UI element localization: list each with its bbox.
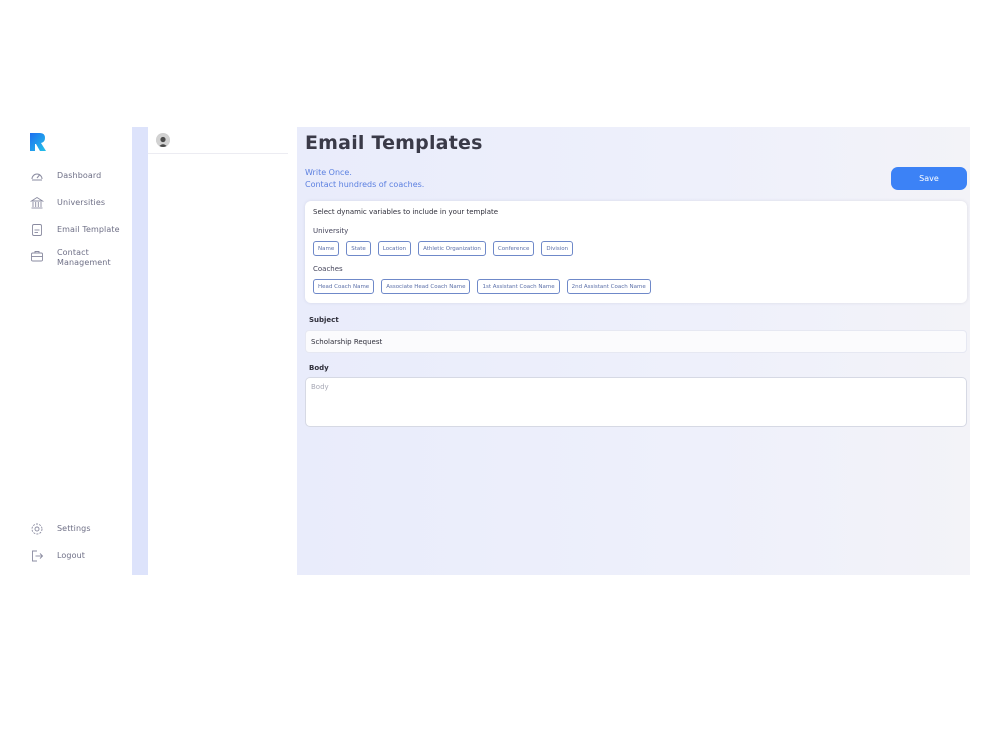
dynamic-variables-card: Select dynamic variables to include in y… (305, 201, 967, 303)
gear-icon (31, 523, 43, 535)
gauge-icon (31, 173, 43, 181)
sidebar-item-dashboard[interactable]: Dashboard (30, 171, 101, 185)
save-button[interactable]: Save (891, 167, 967, 190)
variable-chip-associate-head-coach-name[interactable]: Associate Head Coach Name (381, 279, 471, 294)
variable-chip-head-coach-name[interactable]: Head Coach Name (313, 279, 375, 294)
sidebar-item-settings[interactable]: Settings (30, 523, 91, 538)
user-icon (156, 134, 170, 147)
briefcase-icon (31, 251, 43, 262)
tagline-line-2: Contact hundreds of coaches. (305, 180, 425, 189)
sidebar-item-label: Email Template (57, 225, 120, 234)
sidebar-item-label: Settings (57, 524, 91, 533)
panel-divider (148, 153, 288, 154)
subject-input[interactable]: Scholarship Request (305, 330, 967, 353)
variable-chip-conference[interactable]: Conference (492, 241, 535, 256)
variable-chip-name[interactable]: Name (313, 241, 340, 256)
r-logo-icon[interactable] (30, 133, 46, 151)
page-tagline: Write Once. Contact hundreds of coaches. (305, 167, 424, 191)
sidebar: Dashboard Universities Email Template Co… (0, 127, 132, 575)
variable-chip-athletic-organization[interactable]: Athletic Organization (418, 241, 486, 256)
variable-chip-state[interactable]: State (346, 241, 371, 256)
body-label: Body (309, 364, 329, 372)
sidebar-item-label: Universities (57, 198, 106, 207)
coaches-chip-row: Head Coach Name Associate Head Coach Nam… (313, 279, 651, 294)
sidebar-item-logout[interactable]: Logout (30, 550, 85, 565)
variable-chip-1st-assistant-coach-name[interactable]: 1st Assistant Coach Name (477, 279, 560, 294)
page-title: Email Templates (305, 132, 483, 154)
university-group-label: University (313, 227, 349, 235)
secondary-panel (148, 127, 288, 575)
variables-heading: Select dynamic variables to include in y… (313, 208, 499, 216)
subject-label: Subject (309, 316, 339, 324)
variable-chip-location[interactable]: Location (377, 241, 412, 256)
coaches-group-label: Coaches (313, 265, 343, 273)
university-chip-row: Name State Location Athletic Organizatio… (313, 241, 574, 256)
sidebar-item-label: Logout (57, 551, 85, 560)
body-textarea[interactable]: Body (305, 377, 967, 427)
sidebar-item-email-template[interactable]: Email Template (30, 224, 120, 239)
avatar[interactable] (156, 133, 170, 147)
document-icon (32, 224, 42, 236)
sidebar-item-label: Contact Management (57, 248, 111, 267)
sidebar-item-universities[interactable]: Universities (30, 196, 105, 212)
logout-icon (32, 550, 44, 562)
main-content: Email Templates Write Once. Contact hund… (297, 127, 970, 575)
variable-chip-division[interactable]: Division (541, 241, 574, 256)
variable-chip-2nd-assistant-coach-name[interactable]: 2nd Assistant Coach Name (566, 279, 651, 294)
sidebar-item-label: Dashboard (57, 171, 102, 180)
sidebar-divider-strip (132, 127, 148, 575)
sidebar-item-contact-management[interactable]: Contact Management (30, 248, 111, 267)
bank-icon (30, 196, 44, 209)
tagline-line-1: Write Once. (305, 168, 352, 177)
